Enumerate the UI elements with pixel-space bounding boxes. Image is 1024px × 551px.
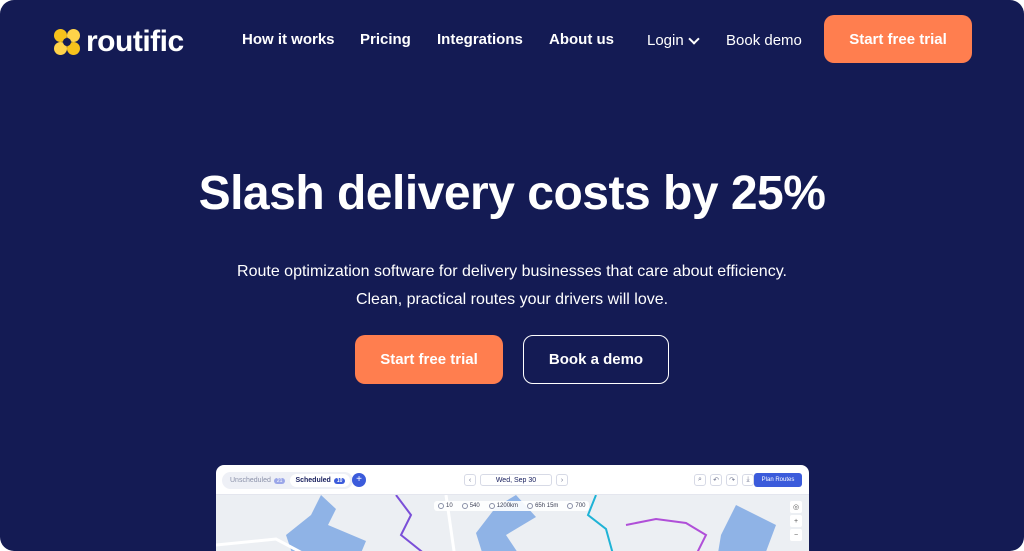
tab-scheduled-count: 10 — [333, 477, 346, 484]
chevron-right-icon[interactable]: › — [556, 474, 568, 486]
hero-start-trial-button[interactable]: Start free trial — [355, 335, 503, 384]
capacity-icon — [567, 503, 574, 509]
chevron-down-icon — [688, 32, 700, 45]
nav-item-integrations[interactable]: Integrations — [437, 31, 523, 48]
undo-icon[interactable]: ↶ — [710, 474, 722, 486]
nav-item-pricing[interactable]: Pricing — [360, 31, 411, 48]
add-icon[interactable]: + — [352, 473, 366, 487]
hero-book-demo-button[interactable]: Book a demo — [523, 335, 669, 384]
nav-item-how-it-works[interactable]: How it works — [242, 31, 335, 48]
redo-icon[interactable]: ↷ — [726, 474, 738, 486]
date-label[interactable]: Wed, Sep 30 — [480, 474, 552, 486]
book-demo-link[interactable]: Book demo — [726, 32, 802, 49]
stat-routes: 10 — [438, 503, 453, 509]
stat-distance: 1200km — [488, 503, 519, 509]
stat-routes-value: 10 — [446, 503, 453, 509]
stat-distance-value: 1200km — [496, 503, 519, 509]
download-icon[interactable]: ⤓ — [742, 474, 754, 486]
preview-toolbar: Unscheduled 21 Scheduled 10 + ‹ Wed, Sep… — [216, 465, 809, 495]
zoom-in-icon[interactable]: + — [790, 515, 802, 527]
hero-subtitle: Route optimization software for delivery… — [0, 258, 1024, 314]
login-dropdown[interactable]: Login — [647, 32, 700, 49]
toolbar-icons: ⌕ ↶ ↷ ⤓ — [694, 474, 754, 486]
brand-name: routific — [86, 25, 184, 58]
stat-capacity: 700 — [567, 503, 585, 509]
preview-tab-switch: Unscheduled 21 Scheduled 10 — [222, 472, 354, 489]
hero-subtitle-line-2: Clean, practical routes your drivers wil… — [355, 291, 669, 308]
stat-duration-value: 65h 15m — [535, 503, 559, 509]
stops-icon — [461, 503, 468, 509]
map-controls: ◎ + − — [790, 501, 802, 541]
hero-title: Slash delivery costs by 25% — [198, 167, 826, 220]
search-icon[interactable]: ⌕ — [694, 474, 706, 486]
tab-unscheduled-label: Unscheduled — [230, 477, 271, 484]
hero-subtitle-line-1: Route optimization software for delivery… — [237, 263, 787, 280]
date-navigator: ‹ Wed, Sep 30 › — [464, 474, 568, 486]
stat-duration: 65h 15m — [527, 503, 558, 509]
tab-scheduled-label: Scheduled — [295, 477, 331, 484]
header-start-trial-button[interactable]: Start free trial — [824, 15, 972, 63]
route-icon — [438, 503, 444, 509]
page-frame: routific How it works Pricing Integratio… — [0, 0, 1024, 551]
logo-mark-icon — [54, 29, 80, 55]
plan-routes-button[interactable]: Plan Routes — [754, 473, 802, 487]
tab-unscheduled-count: 21 — [273, 477, 286, 484]
route-stats: 10 540 1200km 65h 15m 700 — [434, 501, 590, 511]
tab-unscheduled[interactable]: Unscheduled 21 — [225, 474, 290, 487]
tab-scheduled[interactable]: Scheduled 10 — [290, 474, 351, 487]
login-label: Login — [647, 32, 684, 49]
clock-icon — [527, 503, 534, 509]
app-preview: Unscheduled 21 Scheduled 10 + ‹ Wed, Sep… — [216, 465, 809, 551]
nav-item-about-us[interactable]: About us — [549, 31, 614, 48]
layers-icon[interactable]: ◎ — [790, 501, 802, 513]
distance-icon — [488, 503, 495, 509]
stat-capacity-value: 700 — [575, 503, 586, 509]
stat-stops: 540 — [461, 503, 480, 509]
stat-stops-value: 540 — [469, 503, 480, 509]
route-map[interactable]: 10 540 1200km 65h 15m 700 ◎ + − — [216, 494, 809, 551]
zoom-out-icon[interactable]: − — [790, 529, 802, 541]
brand-logo[interactable]: routific — [54, 25, 184, 59]
chevron-left-icon[interactable]: ‹ — [464, 474, 476, 486]
